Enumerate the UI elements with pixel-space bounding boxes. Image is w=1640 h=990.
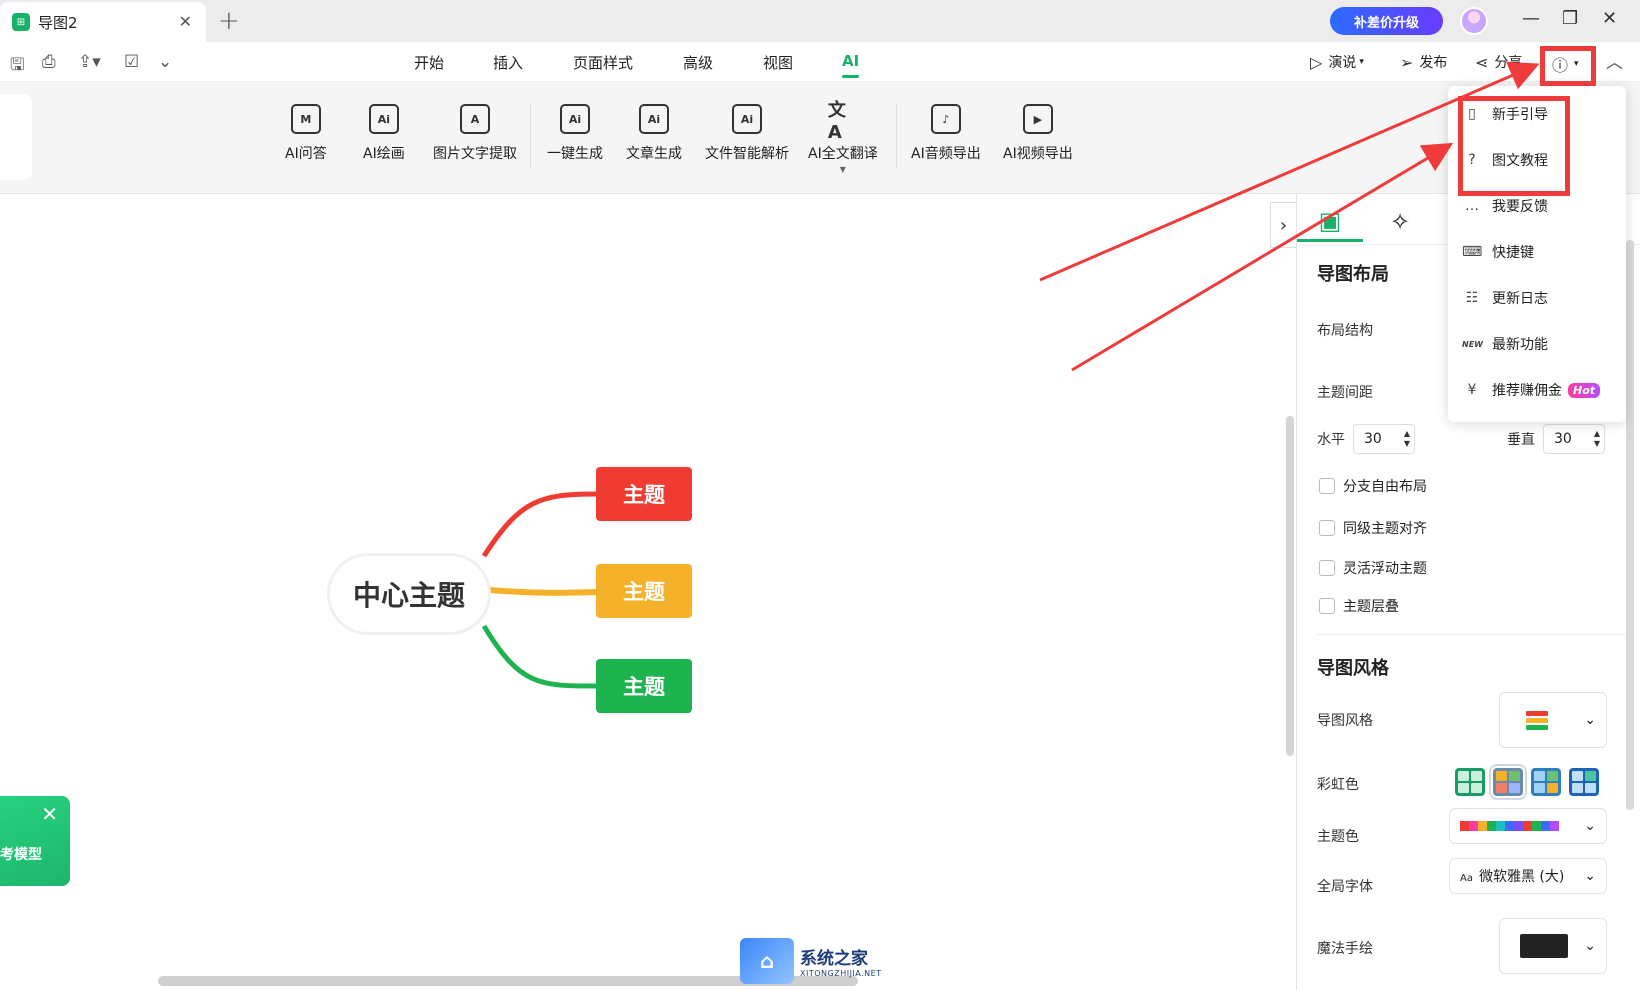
arrow-to-tutorial [1071,142,1454,372]
annotation-arrows [1039,61,1540,372]
arrow-to-help [1039,61,1540,282]
